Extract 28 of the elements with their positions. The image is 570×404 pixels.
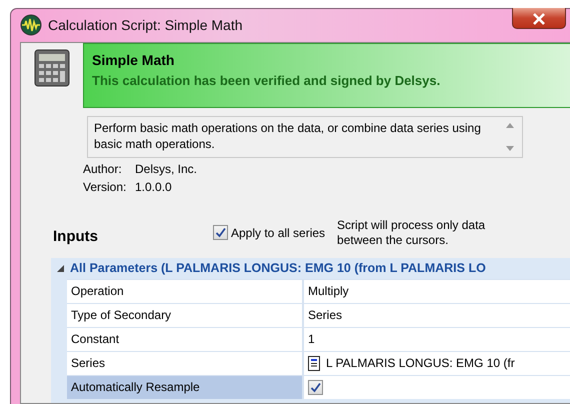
property-value[interactable]: Multiply [308, 280, 349, 303]
series-icon [308, 356, 320, 371]
close-button[interactable] [512, 8, 566, 29]
resample-checkbox[interactable] [308, 380, 323, 395]
property-value[interactable]: 1 [308, 328, 315, 351]
property-name[interactable]: Type of Secondary [67, 304, 304, 327]
collapse-icon[interactable] [57, 264, 64, 272]
script-title: Simple Math [92, 50, 176, 70]
version-value: 1.0.0.0 [135, 180, 172, 194]
property-name[interactable]: Automatically Resample [67, 376, 304, 399]
author-label: Author: [83, 160, 123, 178]
window-title: Calculation Script: Simple Math [48, 16, 243, 35]
author-value: Delsys, Inc. [135, 162, 198, 176]
version-label: Version: [83, 178, 128, 196]
property-name[interactable]: Series [67, 352, 304, 375]
verification-status: This calculation has been verified and signed by Delsys. [92, 72, 442, 90]
cursor-note: Script will process only data between the cursors. [337, 218, 486, 248]
property-name[interactable]: Operation [67, 280, 304, 303]
close-icon [532, 13, 546, 26]
description-text: Perform basic math operations on the data, or combine data series using basic math operations. [94, 120, 482, 153]
apply-all-label: Apply to all series [231, 224, 326, 242]
property-value[interactable]: Series [308, 304, 342, 327]
group-header[interactable]: All Parameters (L PALMARIS LONGUS: EMG 10 (from L PALMARIS LO [70, 259, 486, 278]
apply-all-checkbox[interactable] [213, 225, 228, 240]
property-name[interactable]: Constant [67, 328, 304, 351]
inputs-heading: Inputs [53, 226, 99, 247]
calculator-icon [34, 48, 70, 87]
app-icon [20, 14, 42, 36]
